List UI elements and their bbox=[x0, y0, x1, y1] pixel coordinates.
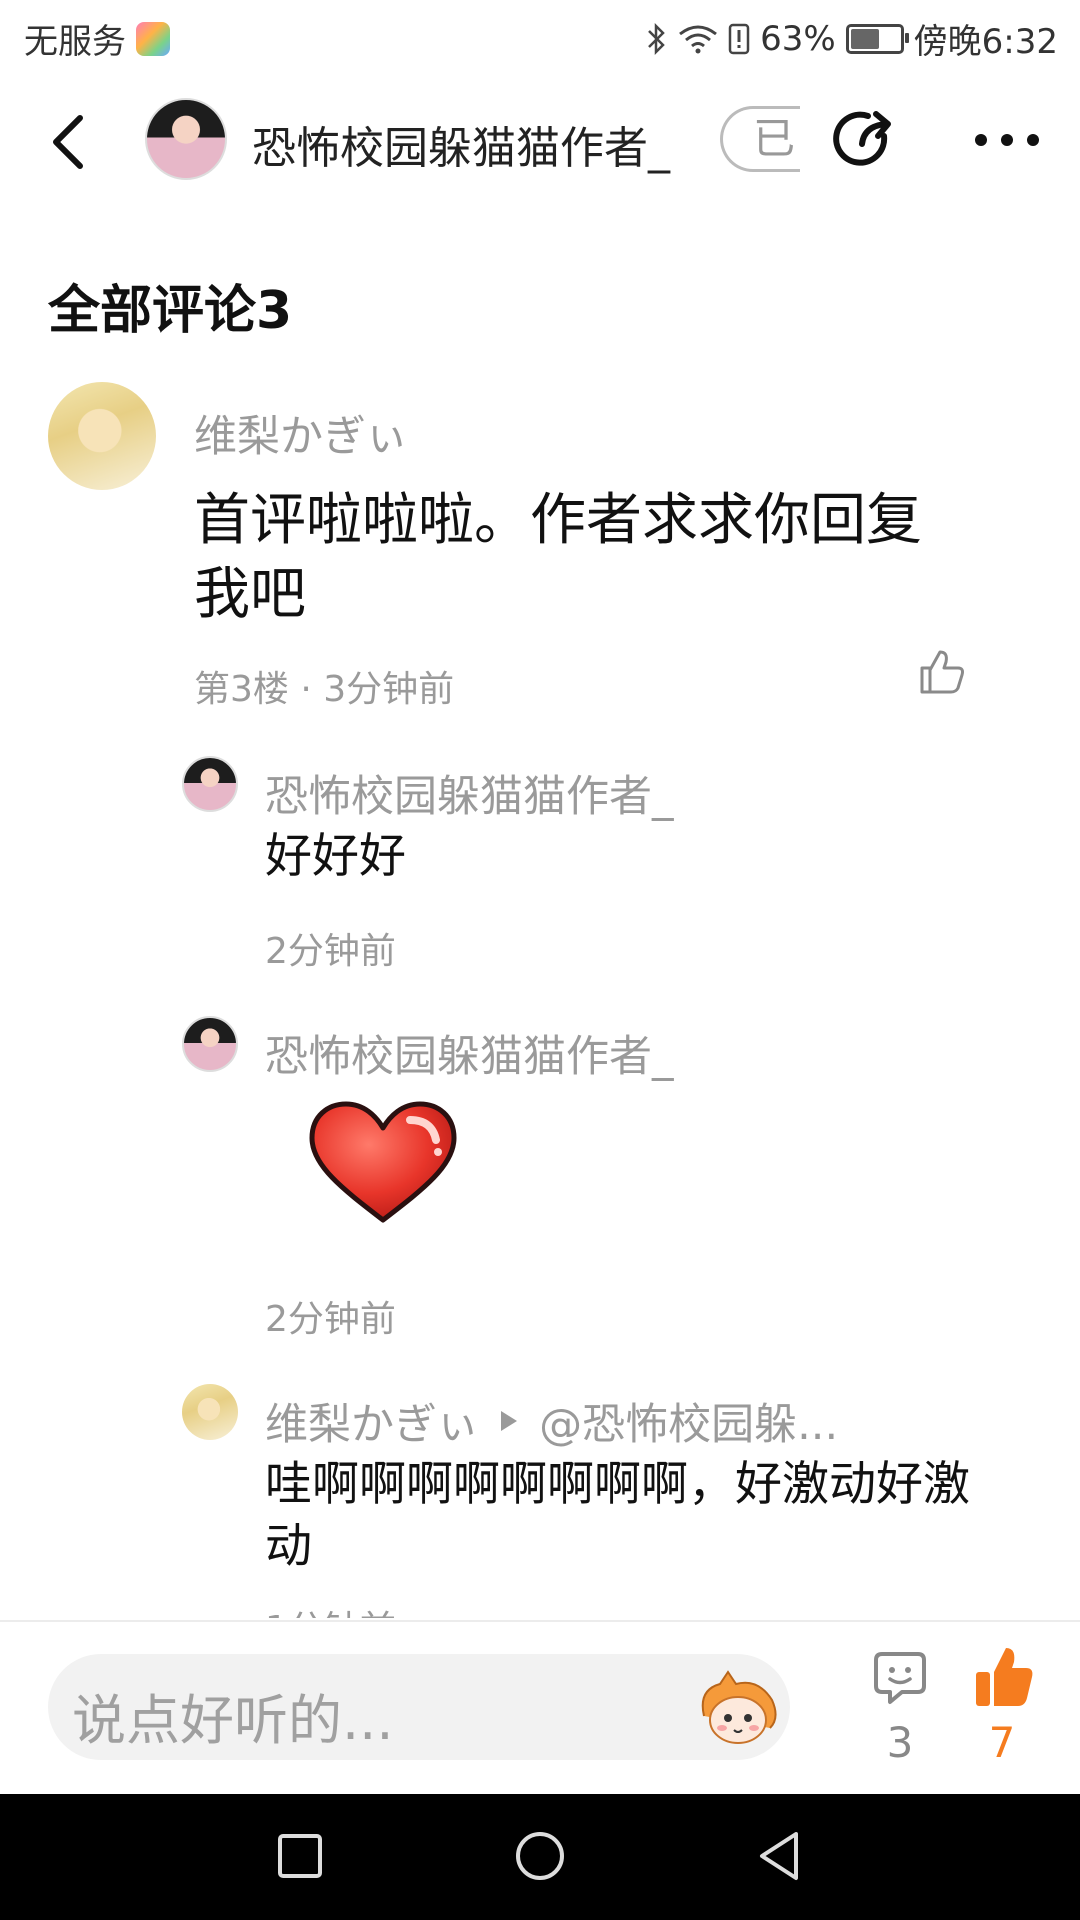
reply-author[interactable]: 恐怖校园躲猫猫作者_ bbox=[265, 1022, 674, 1084]
reply-text: 好好好 bbox=[265, 829, 406, 884]
heart-sticker bbox=[309, 1101, 457, 1223]
battery-level bbox=[850, 28, 879, 49]
app-notification-icon bbox=[136, 21, 170, 56]
thumbs-up-icon[interactable] bbox=[918, 648, 966, 696]
share-icon[interactable] bbox=[832, 106, 898, 172]
section-title: 全部评论3 bbox=[48, 281, 293, 341]
navigation-bar bbox=[0, 1794, 1080, 1920]
battery-percent: 63% bbox=[760, 18, 836, 59]
status-bar: 无服务 63% 傍晚6:32 bbox=[0, 0, 1080, 76]
bluetooth-icon bbox=[648, 22, 665, 55]
reply-time: 1分钟前 bbox=[265, 1600, 396, 1618]
author-avatar[interactable] bbox=[145, 98, 227, 180]
carrier-text: 无服务 bbox=[24, 22, 126, 62]
commenter-avatar[interactable] bbox=[48, 382, 156, 490]
recent-apps-icon[interactable] bbox=[276, 1832, 324, 1880]
battery-icon bbox=[845, 23, 909, 54]
reply-author[interactable]: 恐怖校园躲猫猫作者_ bbox=[265, 762, 674, 824]
status-right: 63% 傍晚6:32 bbox=[646, 14, 1058, 63]
emoji-mascot-icon[interactable] bbox=[698, 1670, 778, 1746]
reply-target[interactable]: @恐怖校园躲... bbox=[539, 1390, 838, 1452]
bottom-divider bbox=[0, 1620, 1080, 1622]
battery-alert-icon bbox=[728, 23, 750, 54]
reply-time: 2分钟前 bbox=[265, 1299, 396, 1340]
more-icon[interactable] bbox=[972, 130, 1042, 150]
reply-author[interactable]: 维梨かぎぃ bbox=[265, 1390, 479, 1452]
comment-text: 首评啦啦啦。作者求求你回复我吧 bbox=[194, 488, 922, 627]
wifi-icon bbox=[679, 25, 717, 53]
comment-meta: 第3楼 · 3分钟前 bbox=[194, 669, 455, 710]
clock: 傍晚6:32 bbox=[913, 22, 1058, 62]
status-left: 无服务 bbox=[24, 14, 170, 63]
reply-avatar[interactable] bbox=[182, 756, 238, 812]
back-arrow-icon[interactable] bbox=[48, 112, 88, 172]
like-count: 7 bbox=[988, 1718, 1016, 1767]
thumbs-up-icon[interactable] bbox=[974, 1646, 1034, 1708]
comment-input-placeholder: 说点好听的... bbox=[72, 1689, 394, 1752]
comment-count: 3 bbox=[886, 1718, 914, 1767]
home-icon[interactable] bbox=[514, 1830, 566, 1882]
reply-header: 维梨かぎぃ @恐怖校园躲... bbox=[265, 1390, 838, 1452]
comment-icon[interactable] bbox=[872, 1650, 928, 1706]
reply-text: 哇啊啊啊啊啊啊啊啊，好激动好激动 bbox=[265, 1457, 970, 1574]
page-title: 恐怖校园躲猫猫作者_ bbox=[252, 123, 670, 174]
back-icon[interactable] bbox=[756, 1830, 802, 1882]
reply-avatar[interactable] bbox=[182, 1016, 238, 1072]
reply-arrow-icon bbox=[501, 1411, 518, 1431]
reply-avatar[interactable] bbox=[182, 1384, 238, 1440]
commenter-name[interactable]: 维梨かぎぃ bbox=[194, 402, 408, 464]
follow-button[interactable]: 已 bbox=[720, 106, 800, 172]
reply-time: 2分钟前 bbox=[265, 931, 396, 972]
